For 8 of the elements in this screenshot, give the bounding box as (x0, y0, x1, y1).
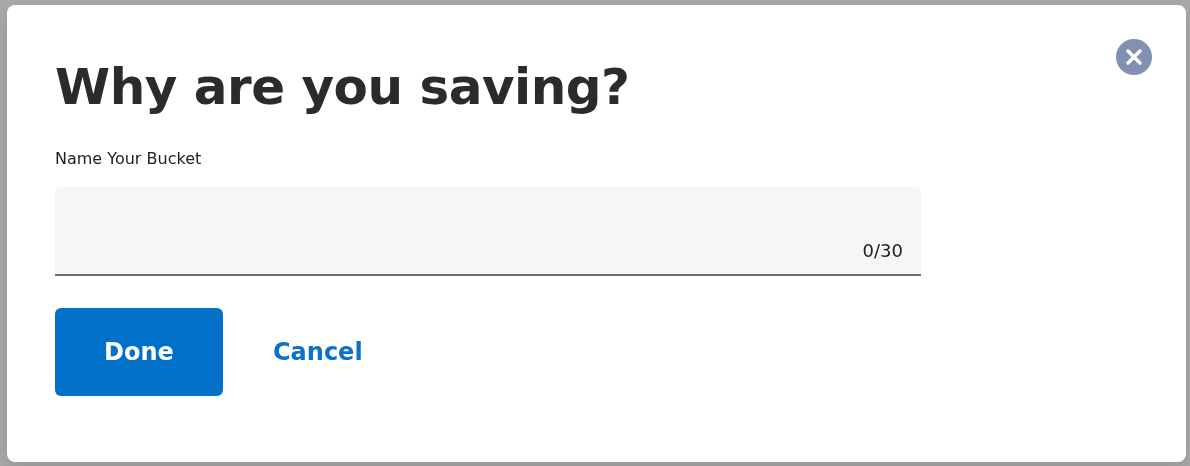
field-label: Name Your Bucket (55, 148, 202, 170)
done-button[interactable]: Done (55, 308, 223, 396)
close-icon (1116, 39, 1152, 75)
dialog-title: Why are you saving? (55, 57, 631, 117)
input-field[interactable]: 0/30 (55, 187, 921, 276)
cancel-link[interactable]: Cancel (273, 334, 363, 370)
character-counter: 0/30 (862, 239, 903, 263)
close-button[interactable] (1116, 39, 1152, 75)
